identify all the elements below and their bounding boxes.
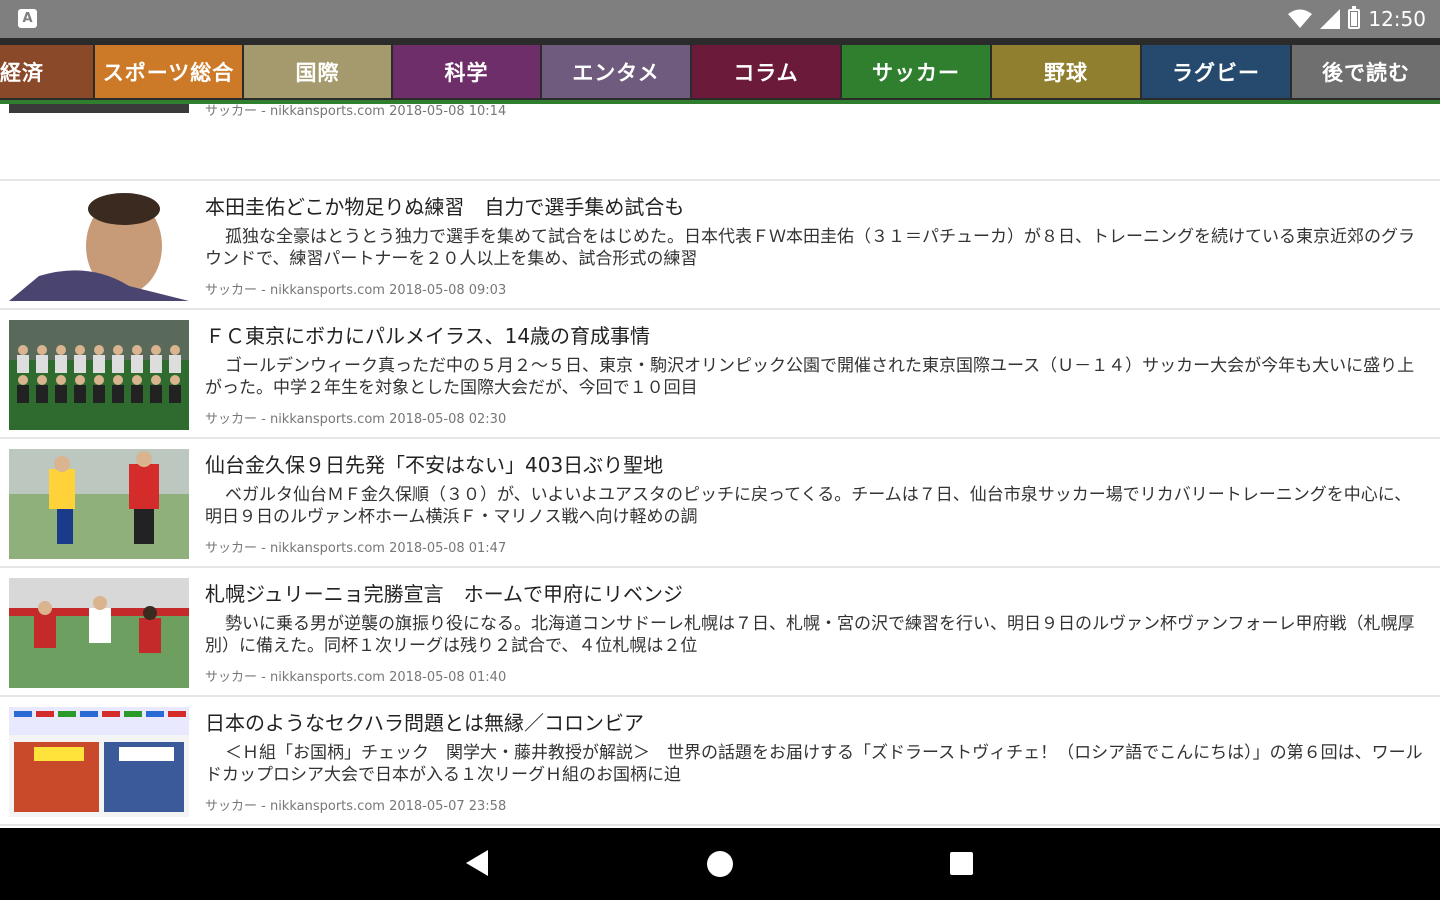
article-summary: ベガルタ仙台ＭＦ金久保順（３０）が、いよいよユアスタのピッチに戻ってくる。チーム… [205,485,1412,527]
tab-8[interactable]: ラグビー [1142,45,1290,98]
article-summary: ＜Ｈ組「お国柄」チェック 関学大・藤井教授が解説＞ 世界の話題をお届けする「ズド… [205,743,1423,785]
recent-apps-icon[interactable] [950,852,973,875]
category-tab-bar: 経済 スポーツ総合 国際 科学 エンタメ コラム サッカー 野球 ラグビー 後で読む [0,38,1440,100]
article-source-date: サッカー - nikkansports.com 2018-05-08 01:40 [205,670,507,685]
article-title: ＦＣ東京にボカにパルメイラス、14歳の育成事情 [205,324,651,348]
back-icon[interactable] [466,850,488,876]
app-notification-icon: A [18,9,37,28]
tab-5[interactable]: コラム [692,45,840,98]
tab-7[interactable]: 野球 [992,45,1140,98]
article-thumbnail [9,104,189,113]
list-item[interactable]: Ｊ１鹿島アントラーズは９日、カシマスタジアムで上海上港（中国）とのＡＣＬ決勝トー… [0,104,1440,181]
article-source-date: サッカー - nikkansports.com 2018-05-08 09:03 [205,283,507,298]
list-item[interactable]: ＦＣ東京にボカにパルメイラス、14歳の育成事情ゴールデンウィーク真っただ中の５月… [0,310,1440,439]
tab-3[interactable]: 科学 [393,45,540,98]
article-thumbnail [9,578,189,688]
article-thumbnail [9,449,189,559]
article-thumbnail [9,191,189,301]
status-indicators: 12:50 [1288,0,1426,38]
battery-icon [1348,6,1361,29]
article-thumbnail [9,707,189,817]
status-bar: A 12:50 [0,0,1440,38]
article-summary: 勢いに乗る男が逆襲の旗振り役になる。北海道コンサドーレ札幌は７日、札幌・宮の沢で… [205,614,1415,656]
tab-0[interactable]: 経済 [0,45,93,98]
home-icon[interactable] [707,851,733,877]
list-item[interactable]: 日本のようなセクハラ問題とは無縁／コロンビア ＜Ｈ組「お国柄」チェック 関学大・藤… [0,697,1440,826]
tab-6[interactable]: サッカー [842,45,990,98]
article-summary: ゴールデンウィーク真っただ中の５月２～５日、東京・駒沢オリンピック公園で開催され… [205,356,1415,398]
article-title: 日本のようなセクハラ問題とは無縁／コロンビア [205,711,644,735]
article-summary: 孤独な全豪はとうとう独力で選手を集めて試合をはじめた。日本代表ＦＷ本田圭佑（３１… [205,227,1415,269]
article-title: 本田圭佑どこか物足りぬ練習 自力で選手集め試合も [205,195,685,219]
list-item[interactable]: 札幌ジュリーニョ完勝宣言 ホームで甲府にリベンジ勢いに乗る男が逆襲の旗振り役にな… [0,568,1440,697]
article-title: 札幌ジュリーニョ完勝宣言 ホームで甲府にリベンジ [205,582,683,606]
tab-2[interactable]: 国際 [244,45,391,98]
cell-signal-icon [1320,9,1341,29]
tab-9[interactable]: 後で読む [1292,45,1440,98]
list-item[interactable]: 仙台金久保９日先発「不安はない」403日ぶり聖地ベガルタ仙台ＭＦ金久保順（３０）… [0,439,1440,568]
article-source-date: サッカー - nikkansports.com 2018-05-08 10:14 [205,104,507,119]
article-source-date: サッカー - nikkansports.com 2018-05-08 01:47 [205,541,507,556]
article-source-date: サッカー - nikkansports.com 2018-05-07 23:58 [205,799,507,814]
navigation-bar [0,828,1440,900]
article-source-date: サッカー - nikkansports.com 2018-05-08 02:30 [205,412,507,427]
article-list[interactable]: Ｊ１鹿島アントラーズは９日、カシマスタジアムで上海上港（中国）とのＡＣＬ決勝トー… [0,104,1440,828]
tab-1[interactable]: スポーツ総合 [95,45,242,98]
list-item[interactable]: 本田圭佑どこか物足りぬ練習 自力で選手集め試合も孤独な全豪はとうとう独力で選手を… [0,181,1440,310]
article-thumbnail [9,320,189,430]
article-title: 仙台金久保９日先発「不安はない」403日ぶり聖地 [205,453,664,477]
tab-4[interactable]: エンタメ [542,45,690,98]
wifi-icon [1288,9,1313,28]
clock: 12:50 [1368,7,1426,31]
